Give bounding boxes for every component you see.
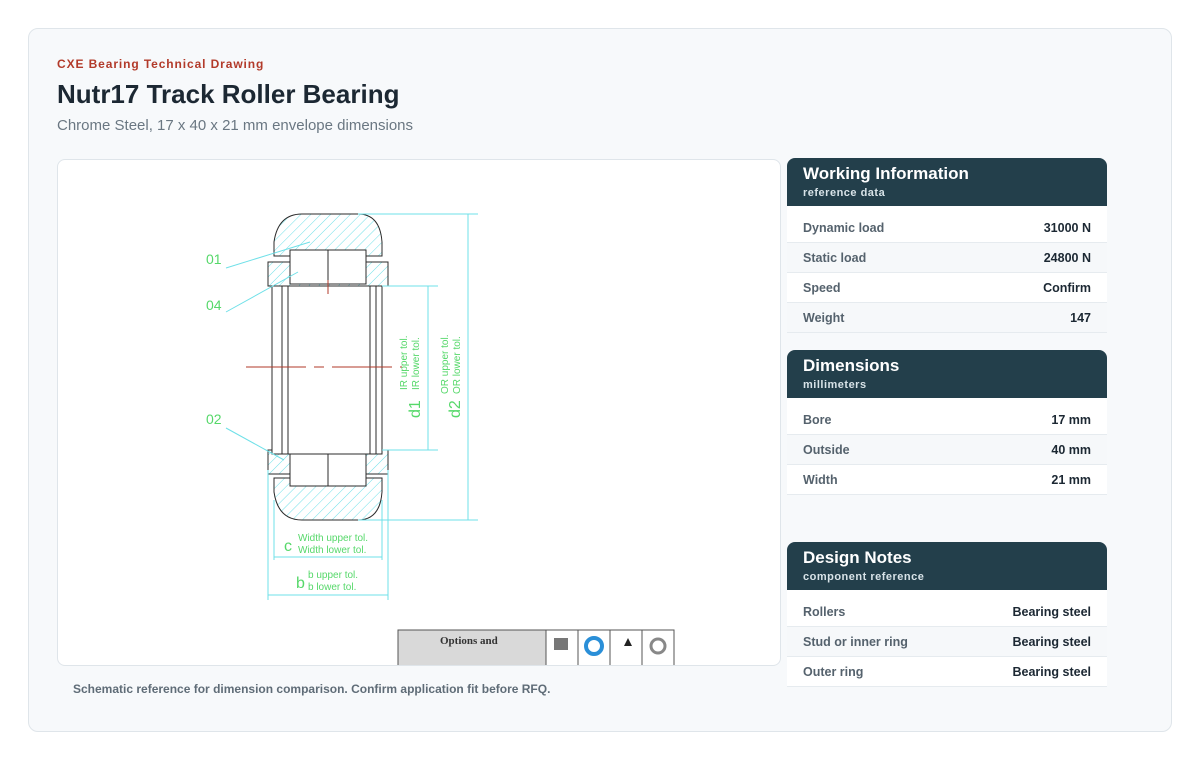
b-label: b bbox=[296, 575, 305, 592]
eyebrow-label: CXE Bearing Technical Drawing bbox=[57, 57, 265, 71]
working-info-title: Working Information bbox=[803, 164, 969, 183]
spec-label: Stud or inner ring bbox=[803, 634, 908, 649]
spec-value: Confirm bbox=[1043, 280, 1091, 295]
design-notes-title: Design Notes bbox=[803, 548, 912, 567]
callout-04: 04 bbox=[206, 297, 222, 313]
spec-value: 40 mm bbox=[1051, 442, 1091, 457]
callout-02: 02 bbox=[206, 411, 222, 427]
spec-value: Bearing steel bbox=[1012, 604, 1091, 619]
spec-row: Static load 24800 N bbox=[787, 243, 1107, 273]
working-info-subtitle: reference data bbox=[803, 187, 886, 199]
d2-lower-tol: OR lower tol. bbox=[452, 336, 463, 394]
spec-label: Bore bbox=[803, 412, 832, 427]
page-subtitle: Chrome Steel, 17 x 40 x 21 mm envelope d… bbox=[57, 117, 414, 134]
option-icon-seal bbox=[554, 638, 568, 650]
spec-row: Weight 147 bbox=[787, 303, 1107, 333]
spec-value: Bearing steel bbox=[1012, 664, 1091, 679]
dimensions-header: Dimensions millimeters bbox=[787, 350, 1107, 398]
spec-value: 24800 N bbox=[1043, 250, 1091, 265]
spec-value: Bearing steel bbox=[1012, 634, 1091, 649]
spec-value: 31000 N bbox=[1043, 220, 1091, 235]
spec-value: 147 bbox=[1070, 310, 1091, 325]
spec-value: 17 mm bbox=[1051, 412, 1091, 427]
spec-label: Speed bbox=[803, 280, 841, 295]
spec-row: Outer ring Bearing steel bbox=[787, 657, 1107, 687]
c-label: c bbox=[284, 538, 292, 555]
dimensions-title: Dimensions bbox=[803, 356, 900, 375]
options-label: Options and bbox=[440, 635, 498, 647]
b-upper-tol: b upper tol. bbox=[308, 570, 358, 581]
spec-label: Outside bbox=[803, 442, 850, 457]
c-upper-tol: Width upper tol. bbox=[298, 533, 368, 544]
dimensions-subtitle: millimeters bbox=[803, 379, 867, 391]
d1-label: d1 bbox=[407, 400, 424, 418]
spec-row: Bore 17 mm bbox=[787, 405, 1107, 435]
spec-label: Dynamic load bbox=[803, 220, 885, 235]
b-lower-tol: b lower tol. bbox=[308, 582, 356, 593]
spec-row: Rollers Bearing steel bbox=[787, 597, 1107, 627]
spec-row: Dynamic load 31000 N bbox=[787, 213, 1107, 243]
d2-label: d2 bbox=[447, 400, 464, 418]
working-info-panel: Working Information reference data Dynam… bbox=[787, 158, 1107, 333]
spec-label: Width bbox=[803, 472, 838, 487]
design-notes-header: Design Notes component reference bbox=[787, 542, 1107, 590]
spec-label: Static load bbox=[803, 250, 867, 265]
drawing-caption: Schematic reference for dimension compar… bbox=[73, 682, 551, 696]
spec-label: Rollers bbox=[803, 604, 846, 619]
spec-value: 21 mm bbox=[1051, 472, 1091, 487]
spec-row: Stud or inner ring Bearing steel bbox=[787, 627, 1107, 657]
d2-upper-tol: OR upper tol. bbox=[440, 335, 451, 394]
spec-row: Width 21 mm bbox=[787, 465, 1107, 495]
design-notes-panel: Design Notes component reference Rollers… bbox=[787, 542, 1107, 687]
page-title: Nutr17 Track Roller Bearing bbox=[57, 79, 400, 109]
spec-row: Outside 40 mm bbox=[787, 435, 1107, 465]
spec-row: Speed Confirm bbox=[787, 273, 1107, 303]
callout-01: 01 bbox=[206, 251, 222, 267]
c-lower-tol: Width lower tol. bbox=[298, 545, 366, 556]
dimensions-panel: Dimensions millimeters Bore 17 mm Outside… bbox=[787, 350, 1107, 495]
technical-drawing: 01 04 02 d1 IR upper tol. IR lower tol. … bbox=[57, 159, 781, 666]
working-info-header: Working Information reference data bbox=[787, 158, 1107, 206]
options-table: Options and bbox=[397, 629, 675, 665]
d1-upper-tol: IR upper tol. bbox=[399, 336, 410, 390]
spec-label: Weight bbox=[803, 310, 845, 325]
d1-lower-tol: IR lower tol. bbox=[411, 337, 422, 390]
bearing-drawing-svg: 01 04 02 d1 IR upper tol. IR lower tol. … bbox=[206, 213, 675, 665]
spec-label: Outer ring bbox=[803, 664, 864, 679]
design-notes-subtitle: component reference bbox=[803, 571, 925, 583]
